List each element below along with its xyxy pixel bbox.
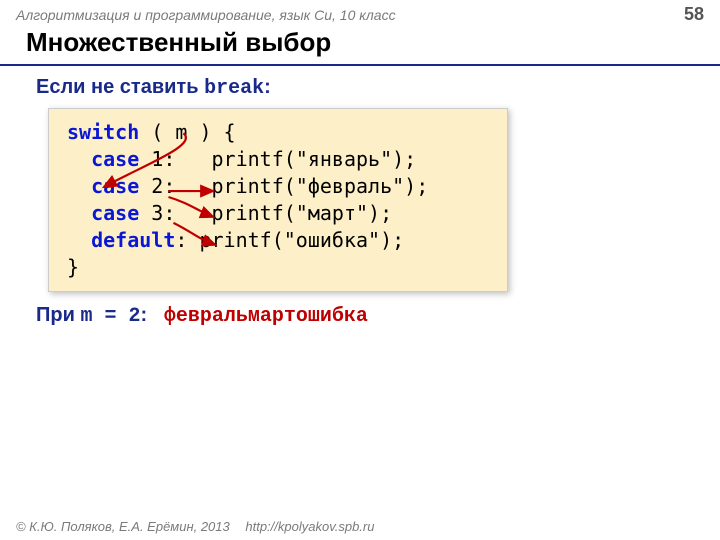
code-l1b: ( m ) { bbox=[139, 120, 235, 144]
kw-case: case bbox=[91, 201, 139, 225]
code-l6: } bbox=[67, 255, 79, 279]
code-l2b: 1: printf("январь"); bbox=[139, 147, 416, 171]
copyright: © К.Ю. Поляков, Е.А. Ерёмин, 2013 bbox=[16, 519, 230, 534]
kw-default: default bbox=[91, 228, 175, 252]
code-l5b: : printf("ошибка"); bbox=[175, 228, 404, 252]
code-l3b: 2: printf("февраль"); bbox=[139, 174, 428, 198]
kw-case: case bbox=[91, 174, 139, 198]
page-number: 58 bbox=[684, 4, 704, 25]
footer-url[interactable]: http://kpolyakov.spb.ru bbox=[245, 519, 374, 534]
result-prefix: При bbox=[36, 304, 80, 326]
kw-switch: switch bbox=[67, 120, 139, 144]
code-line-4: case 3: printf("март"); bbox=[67, 200, 489, 227]
result-suffix: : bbox=[140, 304, 147, 326]
slide-title: Множественный выбор bbox=[0, 25, 720, 66]
intro-suffix: : bbox=[264, 76, 271, 98]
code-block: switch ( m ) { case 1: printf("январь");… bbox=[48, 108, 508, 292]
slide-header: Алгоритмизация и программирование, язык … bbox=[0, 0, 720, 25]
code-line-1: switch ( m ) { bbox=[67, 119, 489, 146]
result-line: При m = 2: февральмартошибка bbox=[36, 304, 692, 328]
code-line-6: } bbox=[67, 254, 489, 281]
code-line-5: default: printf("ошибка"); bbox=[67, 227, 489, 254]
course-label: Алгоритмизация и программирование, язык … bbox=[16, 7, 396, 23]
intro-line: Если не ставить break: bbox=[36, 76, 692, 100]
result-output: февральмартошибка bbox=[164, 305, 368, 328]
code-line-2: case 1: printf("январь"); bbox=[67, 146, 489, 173]
code-l4b: 3: printf("март"); bbox=[139, 201, 392, 225]
code-line-3: case 2: printf("февраль"); bbox=[67, 173, 489, 200]
intro-keyword: break bbox=[204, 77, 264, 100]
slide-content: Если не ставить break: switch ( m ) { ca… bbox=[0, 66, 720, 328]
slide-footer: © К.Ю. Поляков, Е.А. Ерёмин, 2013 http:/… bbox=[16, 519, 374, 534]
intro-prefix: Если не ставить bbox=[36, 76, 204, 98]
result-var: m = 2 bbox=[80, 305, 140, 328]
kw-case: case bbox=[91, 147, 139, 171]
